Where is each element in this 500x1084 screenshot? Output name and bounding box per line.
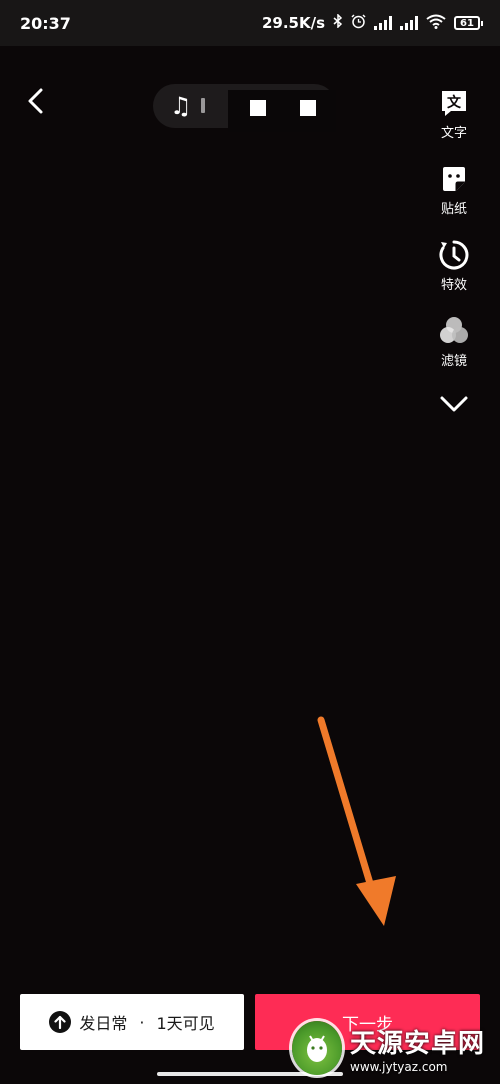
status-icons: 29.5K/s 61 (261, 13, 483, 33)
music-title-mask (228, 90, 336, 132)
tool-text[interactable]: 文 文字 (424, 86, 484, 141)
bluetooth-icon (333, 13, 343, 32)
music-note-icon: ♫ (170, 92, 192, 120)
chevron-down-icon (440, 396, 468, 412)
tool-effects-label: 特效 (440, 278, 467, 293)
signal-icon (374, 16, 392, 30)
text-icon: 文 (437, 86, 471, 120)
back-button[interactable] (20, 84, 50, 118)
chevron-left-icon (28, 88, 43, 114)
sticker-icon (437, 162, 471, 196)
tool-sticker[interactable]: 贴纸 (424, 162, 484, 217)
watermark-logo-icon (292, 1021, 342, 1075)
wifi-icon (426, 14, 446, 33)
watermark-url: www.jytyaz.com (350, 1059, 448, 1074)
alarm-icon (351, 13, 366, 33)
upload-arrow-icon (49, 1011, 72, 1033)
network-speed: 29.5K/s (261, 14, 325, 32)
expand-tools-button[interactable] (438, 392, 470, 416)
placeholder-square-1 (250, 100, 266, 116)
tool-filter-label: 滤镜 (440, 354, 467, 369)
tool-effects[interactable]: 特效 (424, 238, 484, 293)
tool-sticker-label: 贴纸 (440, 202, 467, 217)
tool-filter[interactable]: 滤镜 (424, 314, 484, 369)
visibility-label: 1天可见 (156, 1014, 215, 1033)
status-bar: 20:37 29.5K/s 61 (0, 0, 500, 46)
tool-text-label: 文字 (440, 126, 467, 141)
separator-dot: · (139, 1012, 145, 1032)
hd-signal-icon (400, 16, 418, 30)
publish-label: 发日常 (79, 1014, 128, 1033)
svg-text:文: 文 (447, 94, 462, 111)
watermark-title: 天源安卓网 (350, 1028, 486, 1059)
publish-daily-button[interactable]: 发日常 · 1天可见 (20, 994, 244, 1050)
effects-timer-icon (437, 238, 471, 272)
music-scroll-indicator (201, 98, 205, 113)
annotation-arrow (317, 716, 396, 926)
placeholder-square-2 (300, 100, 316, 116)
filter-icon (437, 314, 471, 348)
site-watermark: 天源安卓网 www.jytyaz.com (292, 1016, 492, 1080)
status-time: 20:37 (20, 13, 71, 33)
battery-icon: 61 (454, 16, 483, 30)
